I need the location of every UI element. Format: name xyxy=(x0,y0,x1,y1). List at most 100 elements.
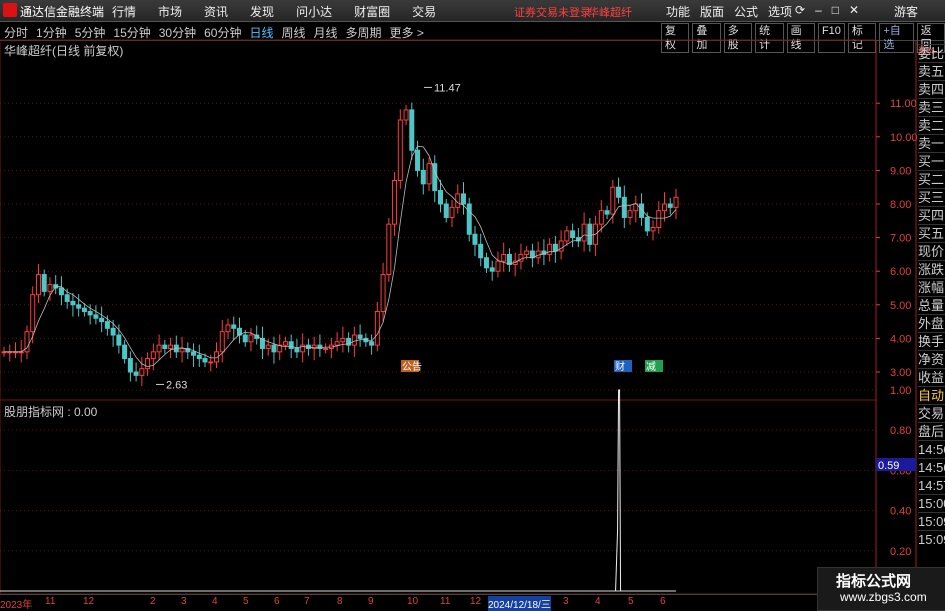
candle-body xyxy=(650,227,656,232)
candle-body xyxy=(443,203,449,218)
candle-body xyxy=(334,341,340,346)
candle-body xyxy=(294,347,300,353)
quote-panel-item: 14:56 xyxy=(918,440,945,457)
candle-body xyxy=(282,341,288,346)
date-label: 10 xyxy=(407,596,419,607)
quote-panel-item: 交易 xyxy=(918,404,945,421)
indicator-pane-frame xyxy=(0,399,877,595)
candle-body xyxy=(644,216,650,232)
candle-body xyxy=(110,327,116,336)
date-label: 4 xyxy=(212,596,218,607)
candle-body xyxy=(369,341,375,346)
date-label: 2 xyxy=(150,596,156,607)
candle-body xyxy=(673,196,679,208)
quote-panel-item: 收益 xyxy=(918,368,945,385)
candle-body xyxy=(426,163,432,185)
candle-body xyxy=(449,206,455,218)
candle-body xyxy=(139,368,145,376)
candle-body xyxy=(524,250,530,255)
quote-panel-item: 买四 xyxy=(918,206,945,223)
candle-body xyxy=(598,210,604,225)
price-chart[interactable]: 3.00 4.00 5.00 6.00 7.00 8.00 9.00 10.00 11.00 0.… xyxy=(0,0,945,609)
candle-body xyxy=(570,230,576,239)
candle-body xyxy=(506,253,512,265)
candle-body xyxy=(93,314,99,319)
date-label: 8 xyxy=(337,596,343,607)
candle-body xyxy=(656,210,662,229)
candle-body xyxy=(403,109,409,121)
event-badge-label: 公告 xyxy=(402,360,422,373)
candle-body xyxy=(219,331,225,353)
candle-body xyxy=(610,186,616,215)
quote-panel-item: 外盘 xyxy=(918,314,945,331)
candle-body xyxy=(466,203,472,235)
candle-body xyxy=(150,351,156,360)
candle-body xyxy=(231,324,237,329)
price-tick-label: 4.00 xyxy=(890,333,911,345)
candle-body xyxy=(351,334,357,346)
date-label: 5 xyxy=(628,596,634,607)
date-label: 12 xyxy=(470,596,482,607)
date-label: 11 xyxy=(45,596,56,607)
candle-body xyxy=(87,311,93,316)
quote-panel-item: 总量 xyxy=(918,296,945,313)
candle-body xyxy=(248,334,254,343)
quote-panel-item: 卖四 xyxy=(918,80,945,97)
quote-panel-item: 涨幅 xyxy=(918,278,945,295)
candle-body xyxy=(483,257,489,269)
candle-body xyxy=(225,324,231,333)
candle-body xyxy=(76,304,82,309)
candle-body xyxy=(340,337,346,343)
quote-panel-item: 15:09 xyxy=(918,512,945,529)
candle-body xyxy=(81,307,87,313)
price-tick-label: 8.00 xyxy=(890,199,911,211)
chart-title: 华峰超纤(日线 前复权) xyxy=(4,44,124,58)
quote-panel-item: 委比 xyxy=(918,44,945,61)
quote-panel-item: 15:09 xyxy=(918,530,945,547)
candle-body xyxy=(191,351,197,356)
quote-panel-item: 卖二 xyxy=(918,116,945,133)
indicator-value-label: 0.59 xyxy=(878,460,899,472)
candle-body xyxy=(587,223,593,245)
candle-body xyxy=(581,223,587,242)
date-label: 6 xyxy=(274,596,280,607)
candle-body xyxy=(35,274,41,296)
indicator-tick-label: 0.80 xyxy=(890,425,911,437)
quote-panel-item: 买二 xyxy=(918,170,945,187)
quote-panel-item: 14:57 xyxy=(918,476,945,493)
candle-body xyxy=(116,334,122,346)
quote-panel-item: 换手 xyxy=(918,332,945,349)
price-tick-label: 11.00 xyxy=(890,98,917,110)
candle-body xyxy=(415,149,421,171)
date-label: 3 xyxy=(181,596,187,607)
candle-body xyxy=(397,119,403,181)
candle-body xyxy=(30,294,36,333)
price-tick-label: 5.00 xyxy=(890,300,911,312)
quote-panel-item: 盘后 xyxy=(918,422,945,439)
ma-line xyxy=(4,145,677,368)
date-label: 3 xyxy=(563,596,569,607)
event-badge-label: 财 xyxy=(615,360,625,373)
candle-body xyxy=(202,358,208,363)
candle-body xyxy=(162,344,168,349)
candle-body xyxy=(438,190,444,205)
candle-body xyxy=(323,347,329,350)
candle-body xyxy=(357,334,363,339)
candle-body xyxy=(196,354,202,360)
event-badge-label: 减 xyxy=(646,361,656,373)
candle-body xyxy=(604,210,610,215)
candle-body xyxy=(122,344,128,360)
candle-body xyxy=(495,260,501,272)
quote-panel-item: 现价 xyxy=(918,242,945,259)
candle-body xyxy=(667,203,673,208)
price-tick-label: 6.00 xyxy=(890,266,911,278)
candle-body xyxy=(104,321,110,329)
candle-body xyxy=(547,243,553,255)
quote-panel-item: 买三 xyxy=(918,188,945,205)
candle-body xyxy=(552,243,558,252)
candle-body xyxy=(64,294,70,302)
date-label: 9 xyxy=(368,596,374,607)
quote-panel-item: 自动 xyxy=(918,386,945,403)
candle-body xyxy=(621,196,627,218)
date-label: 4 xyxy=(595,596,601,607)
